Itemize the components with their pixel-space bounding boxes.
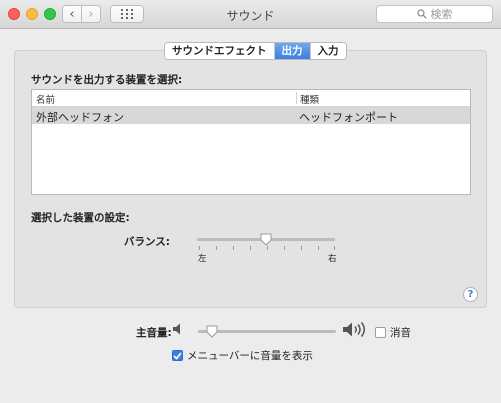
show-volume-in-menubar-option[interactable]: メニューバーに音量を表示 — [172, 348, 313, 363]
balance-tick — [250, 246, 251, 250]
tab-output[interactable]: 出力 — [274, 43, 311, 59]
output-device-label: サウンドを出力する装置を選択: — [31, 74, 183, 86]
title-bar: ‹ › サウンド 検索 — [0, 0, 501, 29]
table-row[interactable]: 外部ヘッドフォン ヘッドフォンポート — [32, 107, 470, 124]
show-volume-in-menubar-label: メニューバーに音量を表示 — [187, 350, 313, 362]
column-header-type[interactable]: 種類 — [296, 92, 319, 106]
mute-checkbox[interactable] — [375, 327, 386, 338]
output-device-table[interactable]: 名前 種類 外部ヘッドフォン ヘッドフォンポート — [31, 89, 471, 195]
balance-tick — [216, 246, 217, 250]
search-placeholder: 検索 — [430, 8, 453, 21]
speaker-low-icon — [173, 323, 180, 335]
balance-left-label: 左 — [198, 254, 207, 264]
tab-bar: サウンドエフェクト 出力 入力 — [164, 42, 347, 60]
balance-tick — [301, 246, 302, 250]
output-volume-label: 主音量: — [136, 327, 172, 339]
sound-preferences-window: ‹ › サウンド 検索 サウンドエフェクト 出力 入力 サウンドを出力する装置を… — [0, 0, 501, 403]
balance-tick — [233, 246, 234, 250]
balance-tick — [334, 246, 335, 250]
balance-tick — [318, 246, 319, 250]
output-volume-slider-thumb[interactable] — [206, 325, 218, 338]
speaker-high-icon — [343, 322, 365, 337]
mute-option[interactable]: 消音 — [375, 325, 411, 340]
table-header: 名前 種類 — [32, 90, 470, 107]
balance-tick — [199, 246, 200, 250]
tab-sound-effects[interactable]: サウンドエフェクト — [165, 43, 275, 59]
search-field[interactable]: 検索 — [376, 5, 493, 23]
show-volume-in-menubar-checkbox[interactable] — [172, 350, 183, 361]
help-button[interactable]: ? — [463, 287, 478, 302]
device-name: 外部ヘッドフォン — [36, 111, 124, 124]
output-volume-slider[interactable] — [198, 330, 336, 333]
balance-label: バランス: — [124, 236, 170, 248]
device-type: ヘッドフォンポート — [299, 111, 398, 124]
tab-input[interactable]: 入力 — [310, 43, 346, 59]
balance-right-label: 右 — [328, 254, 337, 264]
mute-label: 消音 — [390, 327, 411, 339]
search-icon — [416, 9, 427, 19]
balance-tick — [284, 246, 285, 250]
device-settings-label: 選択した装置の設定: — [31, 212, 130, 224]
balance-slider-thumb[interactable] — [260, 233, 272, 246]
checkmark-icon — [173, 351, 182, 360]
balance-tick — [267, 246, 268, 250]
column-header-name[interactable]: 名前 — [36, 92, 55, 106]
